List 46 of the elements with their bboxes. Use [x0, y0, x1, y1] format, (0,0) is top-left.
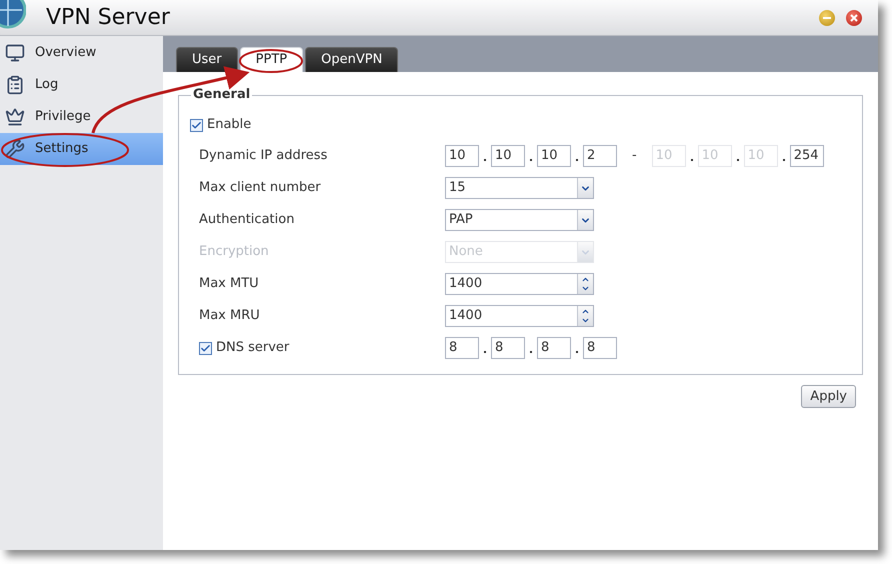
ip-octet-field[interactable]: 10: [537, 145, 571, 167]
dropdown[interactable]: 15: [445, 177, 594, 199]
field-label: Max MRU: [199, 307, 260, 326]
globe-icon: [0, 0, 26, 30]
sidebar-item[interactable]: Overview: [0, 37, 163, 69]
field-label: Authentication: [199, 211, 294, 230]
number-field[interactable]: 1400: [445, 305, 594, 327]
caret-icon: [577, 178, 593, 198]
spinner-icon[interactable]: [577, 274, 593, 294]
wrench-icon: [5, 139, 25, 159]
number-field[interactable]: 1400: [445, 273, 594, 295]
checkbox[interactable]: [199, 342, 212, 354]
field-label: Max client number: [199, 179, 321, 198]
ip-octet-field[interactable]: 2: [583, 145, 617, 167]
monitor-icon: [5, 43, 25, 63]
ip-octet-field[interactable]: 10: [445, 145, 479, 167]
ip-octet-field[interactable]: 8: [445, 337, 479, 359]
close-icon: [850, 14, 858, 22]
crown-icon: [5, 107, 25, 127]
field-label: Max MTU: [199, 275, 259, 294]
caret-icon: [577, 242, 593, 262]
clipboard-icon: [5, 75, 25, 95]
spinner-icon[interactable]: [577, 306, 593, 326]
window-title: VPN Server: [46, 4, 170, 32]
annotation-ellipse: [239, 49, 303, 73]
sidebar-item[interactable]: Settings: [0, 133, 163, 165]
dropdown[interactable]: PAP: [445, 209, 594, 231]
range-separator: -: [632, 147, 637, 166]
field-label: Encryption: [199, 243, 269, 262]
enable-label: Enable: [207, 116, 252, 134]
tab[interactable]: User: [176, 47, 238, 72]
ip-octet-field[interactable]: 10: [491, 145, 525, 167]
close-button[interactable]: [846, 10, 862, 26]
checkbox[interactable]: [190, 118, 203, 132]
sidebar-item[interactable]: Log: [0, 69, 163, 101]
apply-button[interactable]: Apply: [801, 385, 856, 408]
caret-icon: [577, 210, 593, 230]
minus-icon: [823, 16, 831, 18]
ip-octet-field[interactable]: 8: [491, 337, 525, 359]
ip-octet-field[interactable]: 254: [790, 145, 824, 167]
tab[interactable]: OpenVPN: [305, 47, 398, 72]
ip-octet-field[interactable]: 8: [583, 337, 617, 359]
ip-octet-field[interactable]: 8: [537, 337, 571, 359]
sidebar-item[interactable]: Privilege: [0, 101, 163, 133]
field-label: Dynamic IP address: [199, 147, 328, 166]
field-label: DNS server: [216, 339, 290, 358]
